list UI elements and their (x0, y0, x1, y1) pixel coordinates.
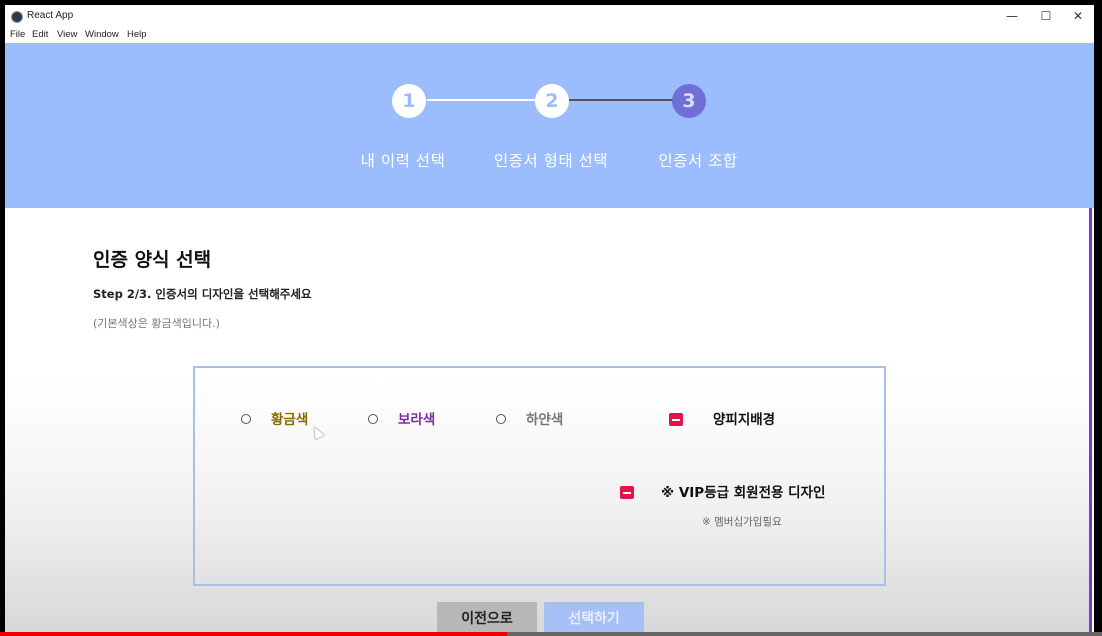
video-progress-fill (0, 632, 507, 636)
menu-bar: File Edit View Window Help (5, 29, 1094, 44)
video-progress-bar[interactable] (0, 632, 1102, 636)
vip-checkbox-icon[interactable] (620, 486, 634, 499)
menu-view[interactable]: View (57, 29, 77, 40)
step-connector-done (427, 99, 539, 101)
design-options-panel: 황금색 보라색 하얀색 양피지배경 ※ VIP등급 회원전용 디자인 ※ 멤버십… (193, 366, 886, 586)
menu-edit[interactable]: Edit (32, 29, 48, 40)
default-color-hint: (기본색상은 황금색입니다.) (93, 317, 220, 330)
parchment-label: 양피지배경 (713, 412, 776, 428)
step-3-circle: 3 (672, 84, 706, 118)
stepper: 1 2 3 내 이력 선택 인증서 형태 선택 인증서 조합 (5, 43, 1094, 208)
radio-white[interactable] (496, 414, 506, 424)
step-1-label: 내 이력 선택 (360, 152, 446, 170)
label-white[interactable]: 하얀색 (526, 408, 563, 428)
app-window: React App — ☐ ✕ File Edit View Window He… (5, 5, 1094, 636)
menu-file[interactable]: File (10, 29, 25, 40)
menu-help[interactable]: Help (127, 29, 147, 40)
menu-window[interactable]: Window (85, 29, 119, 40)
select-button[interactable]: 선택하기 (544, 602, 644, 636)
title-bar: React App — ☐ ✕ (5, 5, 1094, 29)
step-3-label: 인증서 조합 (658, 152, 738, 170)
scrollbar[interactable] (1089, 208, 1092, 636)
step-description: Step 2/3. 인증서의 디자인을 선택해주세요 (93, 287, 312, 301)
main-content: 인증 양식 선택 Step 2/3. 인증서의 디자인을 선택해주세요 (기본색… (5, 208, 1092, 636)
minimize-icon[interactable]: — (995, 5, 1029, 29)
page-title: 인증 양식 선택 (93, 249, 212, 271)
radio-gold[interactable] (241, 414, 251, 424)
parchment-checkbox-icon[interactable] (669, 413, 683, 426)
membership-note: ※ 멤버십가입필요 (702, 516, 782, 528)
window-title: React App (27, 10, 74, 21)
step-2-circle: 2 (535, 84, 569, 118)
radio-purple[interactable] (368, 414, 378, 424)
maximize-icon[interactable]: ☐ (1029, 5, 1063, 29)
prev-button[interactable]: 이전으로 (437, 602, 537, 636)
step-2-label: 인증서 형태 선택 (493, 152, 609, 170)
step-1-circle: 1 (392, 84, 426, 118)
label-gold[interactable]: 황금색 (271, 408, 308, 428)
app-icon (11, 11, 23, 23)
vip-design-label: ※ VIP등급 회원전용 디자인 (661, 485, 826, 501)
close-icon[interactable]: ✕ (1061, 5, 1094, 29)
label-purple[interactable]: 보라색 (398, 408, 435, 428)
step-connector-pending (569, 99, 677, 101)
